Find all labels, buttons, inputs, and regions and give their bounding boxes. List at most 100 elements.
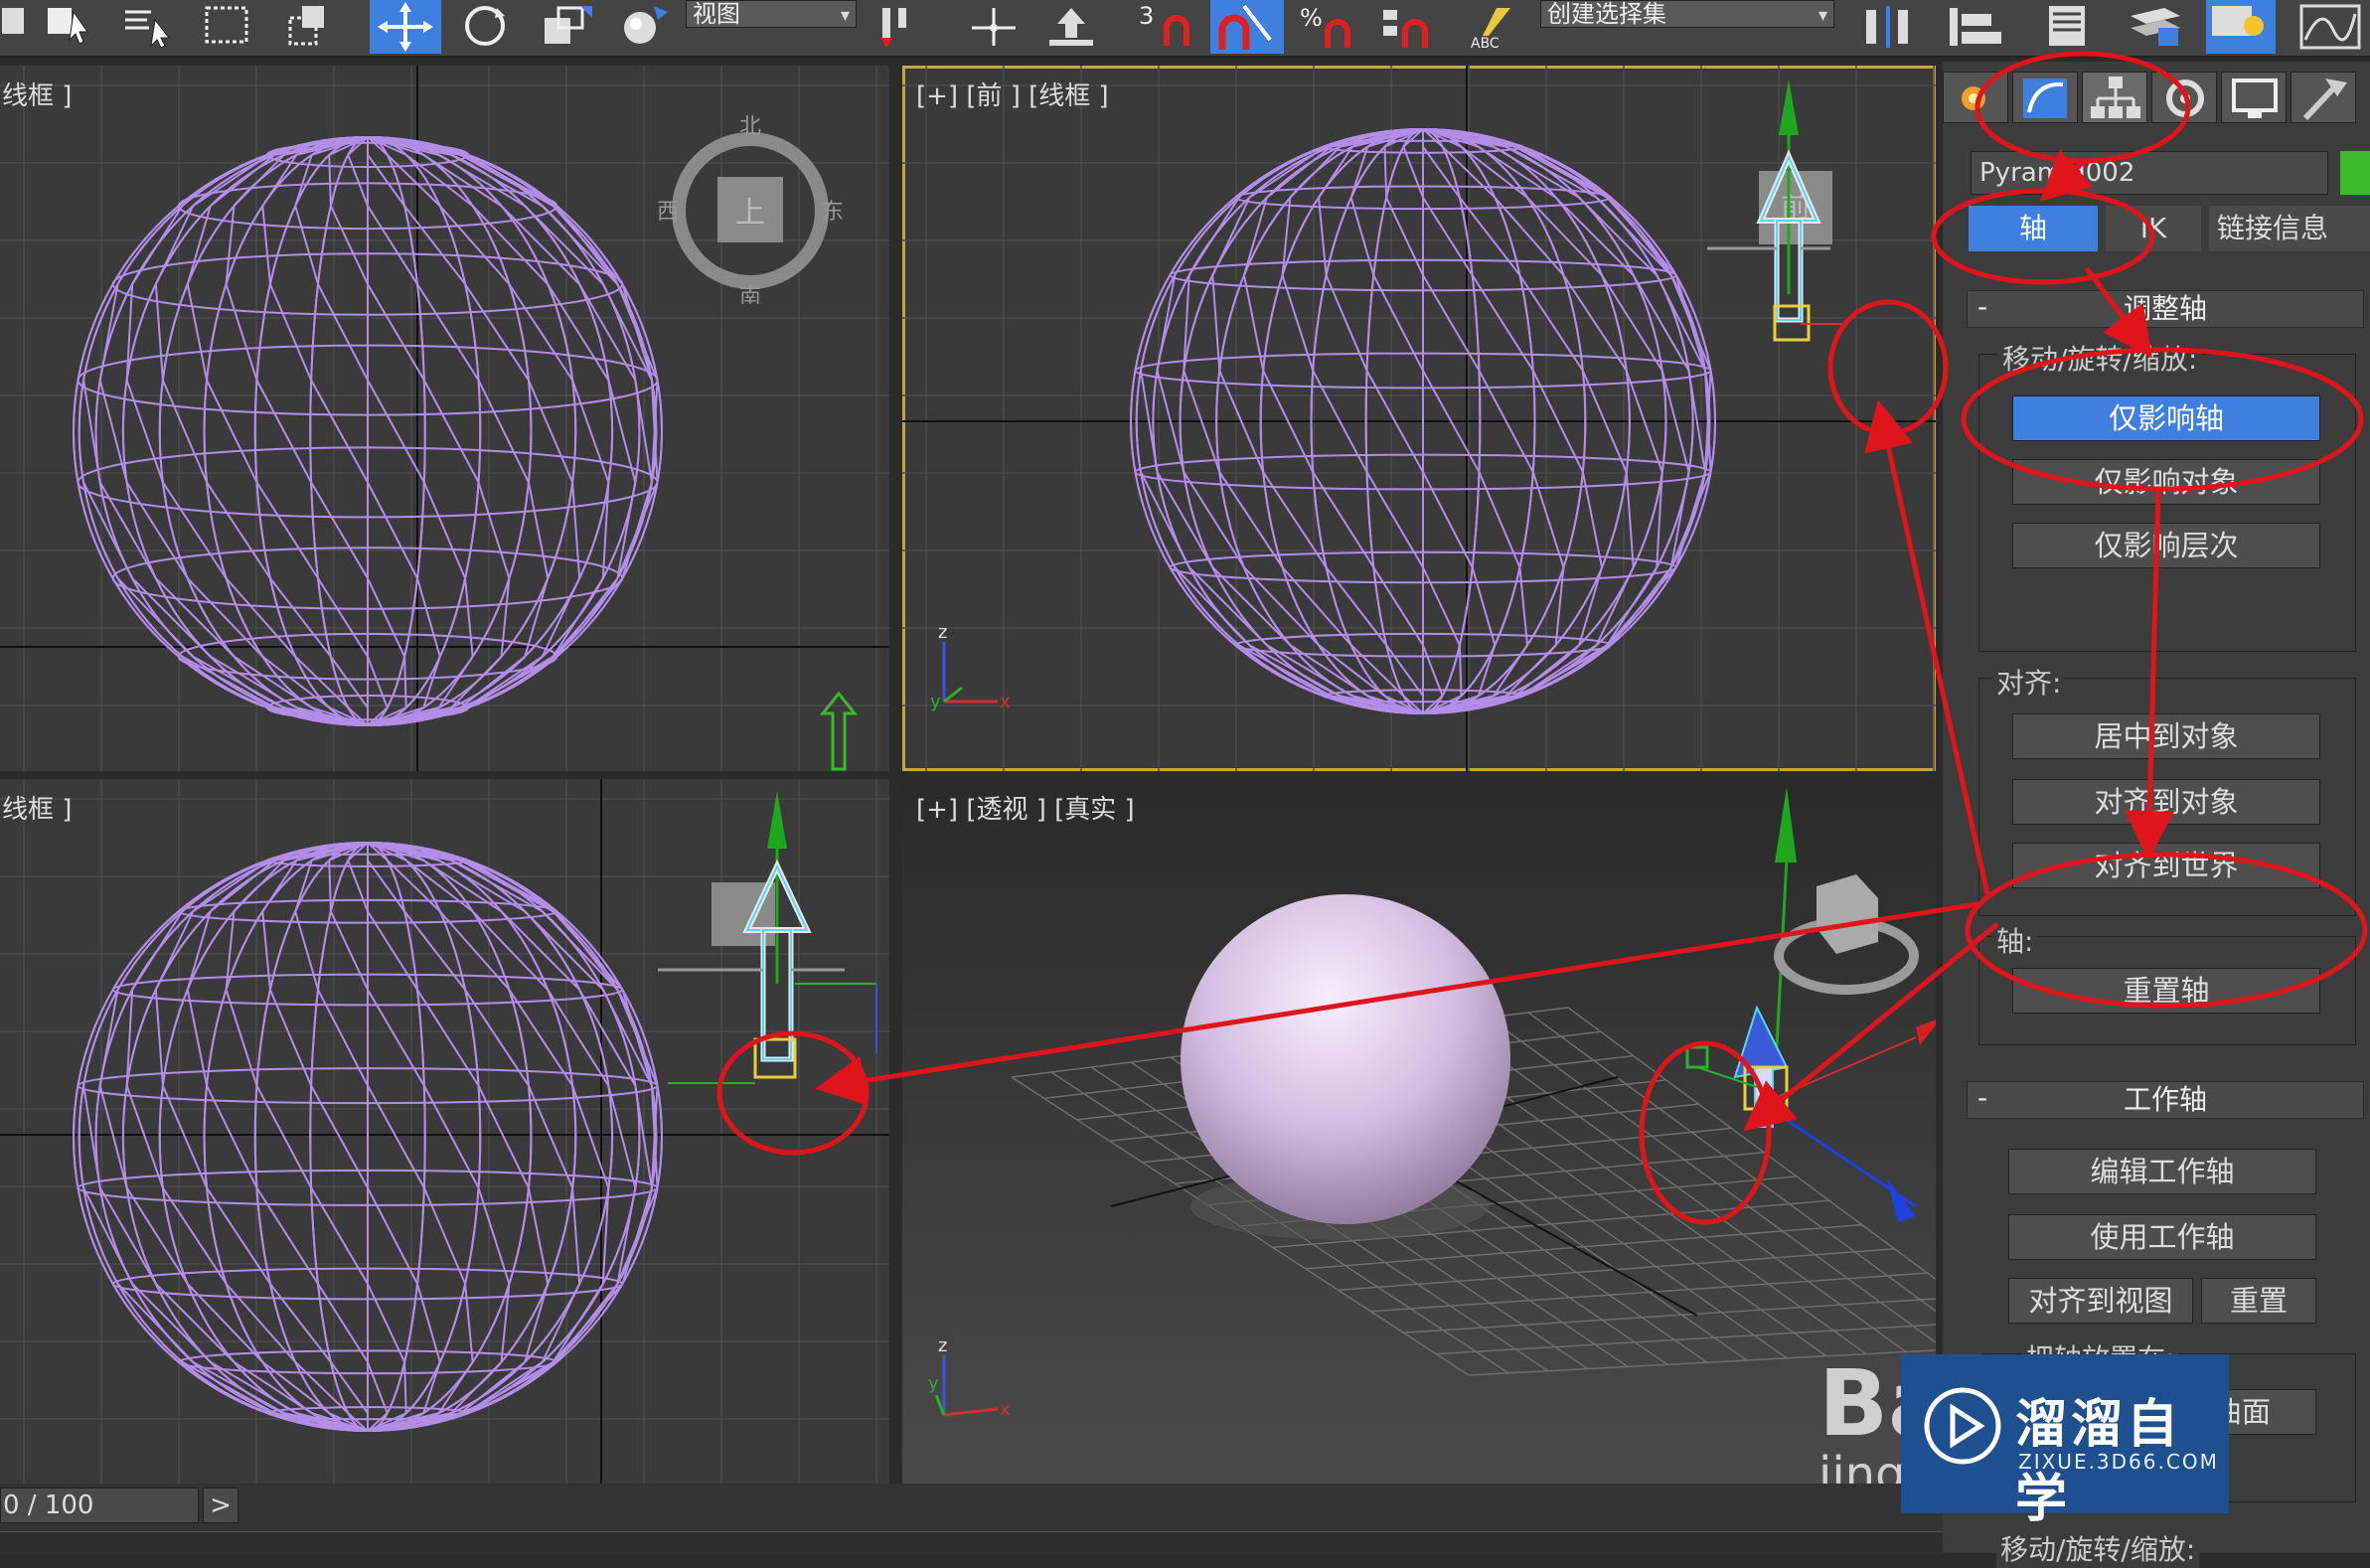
snap-3d-icon[interactable]: 3: [1133, 4, 1202, 50]
adjust-pivot-rollout-header[interactable]: - 调整轴: [1967, 290, 2364, 328]
compass-south: 南: [739, 285, 761, 304]
viewcube-compass[interactable]: 上 北 南 东 西: [656, 115, 845, 304]
viewport-front[interactable]: [+] [前 ] [线框 ] 前 z y x: [902, 66, 1936, 771]
group-label: 轴:: [1992, 920, 2038, 960]
mirror-icon[interactable]: [1858, 4, 1924, 50]
select-and-manipulate-icon[interactable]: [962, 4, 1026, 50]
tab-pivot[interactable]: 轴: [1969, 206, 2098, 251]
sphere-shaded[interactable]: [1181, 894, 1510, 1224]
group-label: 对齐:: [1992, 662, 2066, 702]
angle-snap-icon[interactable]: [1210, 0, 1284, 54]
axis-z-label: z: [938, 622, 947, 643]
edit-text-label: ABC: [1471, 36, 1500, 50]
working-pivot-rollout-header[interactable]: - 工作轴: [1967, 1081, 2364, 1119]
viewport-label[interactable]: 线框 ]: [2, 76, 72, 112]
viewport-perspective[interactable]: [+] [透视 ] [真实 ] z y x Ba jing: [902, 779, 1936, 1485]
manipulate-icon[interactable]: [872, 4, 936, 50]
viewport-left[interactable]: 线框 ]: [0, 779, 889, 1485]
axis-y-label: y: [928, 1373, 939, 1394]
pyramid-gizmo-perspective[interactable]: [1618, 779, 1936, 1276]
reset-working-pivot-button[interactable]: 重置: [2201, 1278, 2316, 1324]
reset-pivot-button[interactable]: 重置轴: [2012, 968, 2320, 1014]
frame-counter[interactable]: 0 / 100: [0, 1488, 199, 1523]
rect-region-icon[interactable]: [199, 4, 258, 50]
reference-coordinate-value: 视图: [693, 0, 740, 28]
utilities-icon[interactable]: [2291, 72, 2356, 123]
chevron-down-icon: ▾: [840, 5, 850, 26]
collapse-icon: -: [1977, 290, 1988, 323]
group-label: 移动/旋转/缩放:: [1998, 338, 2202, 378]
display-icon[interactable]: [2221, 72, 2287, 123]
timeline-track[interactable]: [0, 1531, 1943, 1554]
cut-off-label: 移动/旋转/缩放:: [1996, 1528, 2200, 1568]
watermark-url: ZIXUE.3D66.COM: [2018, 1450, 2219, 1474]
rotate-icon[interactable]: [453, 4, 517, 50]
object-name-field[interactable]: Pyramid002: [1971, 151, 2328, 195]
hierarchy-icon[interactable]: [2082, 72, 2147, 123]
scale-icon[interactable]: [537, 4, 600, 50]
object-color-swatch[interactable]: [2340, 151, 2370, 195]
align-to-view-button[interactable]: 对齐到视图: [2008, 1278, 2193, 1324]
sphere-wireframe: [73, 842, 663, 1432]
3dsmax-window: 视图 ▾ 3 % ABC 创建选择集 ▾ 线框] 上 北 南 东 西 [+] …: [0, 0, 2370, 1568]
axis-tripod: z y x: [930, 622, 1011, 711]
center-to-object-button[interactable]: 居中到对象: [2012, 713, 2320, 759]
svg-text:%: %: [1300, 4, 1323, 32]
modify-icon[interactable]: [2012, 72, 2078, 123]
play-logo-icon: [1924, 1387, 2001, 1465]
reference-coordinate-combo[interactable]: 视图 ▾: [686, 0, 857, 28]
render-setup-icon[interactable]: [2206, 0, 2276, 54]
viewport-label[interactable]: [+] [前 ] [线框 ]: [916, 76, 1109, 112]
pivot-center-icon[interactable]: [614, 4, 674, 50]
keyboard-shortcut-icon[interactable]: [1039, 4, 1103, 50]
zixue-watermark: 溜溜自学 ZIXUE.3D66.COM: [1901, 1354, 2229, 1529]
select-icon[interactable]: [44, 4, 99, 50]
tab-link-info[interactable]: 链接信息: [2209, 206, 2370, 251]
align-to-object-button[interactable]: 对齐到对象: [2012, 779, 2320, 825]
next-frame-button[interactable]: >: [203, 1488, 238, 1523]
select-by-name-icon[interactable]: [119, 4, 179, 50]
affect-pivot-only-button[interactable]: 仅影响轴: [2012, 395, 2320, 441]
viewport-label[interactable]: 线框 ]: [2, 789, 72, 826]
sphere-wireframe: [1130, 128, 1716, 714]
align-to-world-button[interactable]: 对齐到世界: [2012, 843, 2320, 888]
axis-x-label: x: [1000, 1399, 1011, 1420]
undo-icon[interactable]: [0, 4, 30, 50]
named-selection-set-combo[interactable]: 创建选择集 ▾: [1540, 0, 1834, 28]
collapse-icon: -: [1977, 1081, 1988, 1114]
move-icon[interactable]: [370, 0, 441, 54]
percent-snap-icon[interactable]: %: [1298, 4, 1361, 50]
compass-east: 东: [822, 200, 844, 225]
affect-object-only-button[interactable]: 仅影响对象: [2012, 459, 2320, 505]
rollout-title: 工作轴: [2123, 1083, 2207, 1116]
align-icon[interactable]: [1944, 4, 2013, 50]
compass-north: 北: [739, 115, 761, 139]
window-crossing-icon[interactable]: [280, 4, 340, 50]
spinner-snap-icon[interactable]: [1379, 4, 1443, 50]
axis-z-label: z: [938, 1335, 947, 1356]
use-working-pivot-button[interactable]: 使用工作轴: [2008, 1214, 2316, 1260]
curve-editor-icon[interactable]: [2295, 4, 2365, 50]
time-slider-bar: 0 / 100 >: [0, 1484, 1943, 1554]
command-panel: Pyramid002 轴 IK 链接信息 - 调整轴 移动/旋转/缩放: 仅影响…: [1943, 62, 2370, 1568]
rollout-title: 调整轴: [2123, 292, 2207, 325]
motion-icon[interactable]: [2151, 72, 2217, 123]
main-toolbar: 视图 ▾ 3 % ABC 创建选择集 ▾: [0, 0, 2370, 58]
viewport-top[interactable]: 线框 ] 上 北 南 东 西: [0, 66, 889, 771]
edit-working-pivot-button[interactable]: 编辑工作轴: [2008, 1149, 2316, 1194]
layer-manager-icon[interactable]: [2039, 4, 2099, 50]
pyramid-gizmo-front[interactable]: [1697, 76, 1856, 413]
sphere-wireframe: [73, 136, 663, 726]
edit-named-selection-icon[interactable]: ABC: [1467, 4, 1526, 50]
pyramid-gizmo-top[interactable]: [815, 692, 865, 771]
chevron-down-icon: ▾: [1817, 5, 1827, 26]
named-selection-set-value: 创建选择集: [1547, 0, 1666, 28]
pyramid-gizmo-left[interactable]: [646, 785, 884, 1143]
create-icon[interactable]: [1943, 72, 2008, 123]
viewport-label[interactable]: [+] [透视 ] [真实 ]: [916, 789, 1135, 826]
svg-text:3: 3: [1139, 4, 1154, 30]
tab-ik[interactable]: IK: [2106, 206, 2201, 251]
affect-hierarchy-only-button[interactable]: 仅影响层次: [2012, 523, 2320, 568]
scene-explorer-icon[interactable]: [2125, 4, 2188, 50]
axis-y-label: y: [930, 692, 941, 711]
